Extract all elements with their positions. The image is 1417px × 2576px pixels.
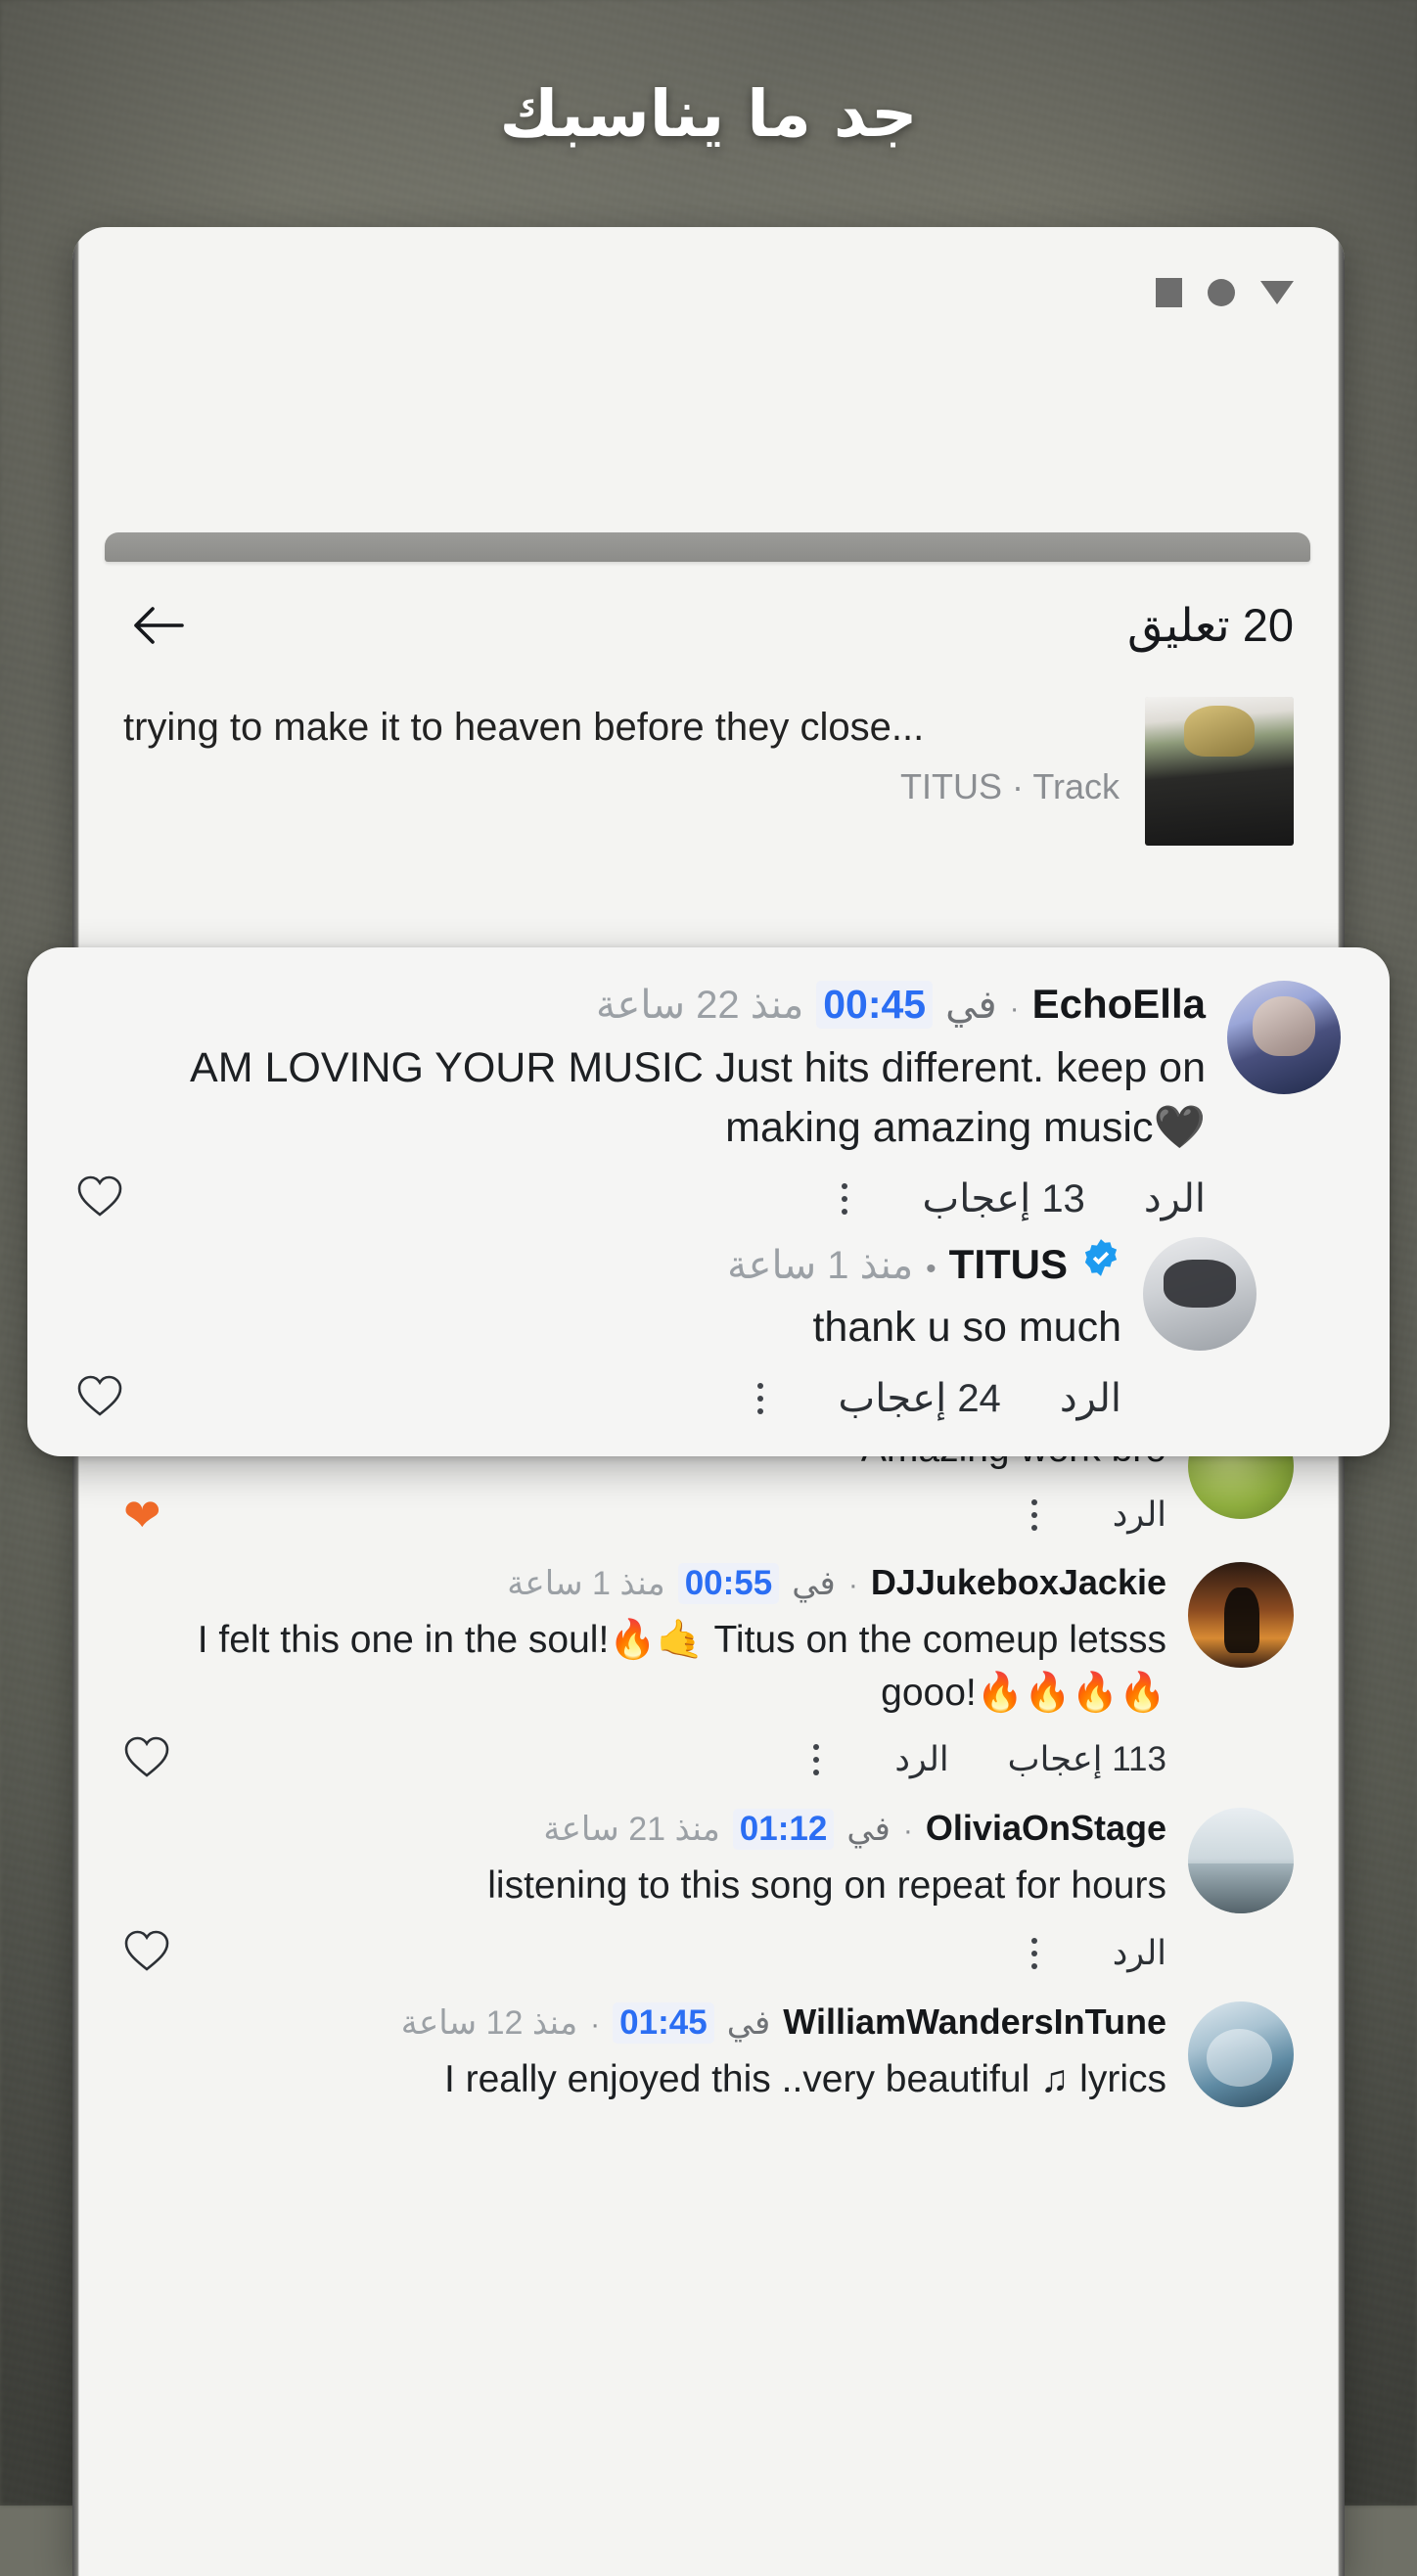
comment-username[interactable]: EchoElla	[1032, 981, 1206, 1028]
like-heart-icon[interactable]	[123, 1928, 170, 1978]
reply-button[interactable]: الرد	[894, 1740, 948, 1779]
list-item[interactable]: OliviaOnStage · في 01:12 منذ 21 ساعة lis…	[72, 1792, 1345, 1986]
popup-reply[interactable]: TITUS • منذ 1 ساعة thank u so much الرد …	[67, 1227, 1350, 1427]
separator-dot: ·	[902, 1815, 913, 1848]
in-label: في	[792, 1564, 836, 1602]
track-meta: trying to make it to heaven before they …	[123, 697, 1120, 807]
android-nav-glyphs	[1156, 278, 1294, 307]
separator-dot: ·	[1009, 992, 1020, 1025]
time-ago: منذ 1 ساعة	[727, 1244, 914, 1288]
more-options-icon[interactable]	[1015, 1930, 1054, 1977]
like-heart-icon[interactable]	[123, 1734, 170, 1784]
like-heart-icon-filled[interactable]: ❤	[123, 1493, 161, 1538]
timestamp-chip[interactable]: 00:45	[816, 981, 934, 1029]
more-options-icon[interactable]	[797, 1736, 836, 1783]
comment-actions: 113 إعجاب الرد	[123, 1734, 1166, 1784]
in-label: في	[945, 984, 997, 1027]
reply-button[interactable]: الرد	[1060, 1376, 1121, 1421]
reply-button[interactable]: الرد	[1113, 1495, 1166, 1535]
verified-badge-icon	[1080, 1237, 1121, 1278]
comment-username[interactable]: OliviaOnStage	[926, 1808, 1166, 1849]
timestamp-chip[interactable]: 01:45	[613, 2002, 714, 2045]
list-item[interactable]: WilliamWandersInTune في 01:45 · منذ 12 س…	[72, 1986, 1345, 2115]
avatar[interactable]	[1188, 2001, 1294, 2108]
separator-dot: ·	[590, 2008, 601, 2042]
like-heart-icon[interactable]	[76, 1373, 123, 1423]
list-item[interactable]: DJJukeboxJackie · في 00:55 منذ 1 ساعة I …	[72, 1546, 1345, 1793]
track-subtitle: TITUS · Track	[900, 766, 1120, 807]
reply-button[interactable]: الرد	[1144, 1176, 1206, 1221]
reply-actions: الرد 24 إعجاب	[76, 1373, 1121, 1423]
circle-icon[interactable]	[1208, 279, 1235, 306]
comment-text: I really enjoyed this ..very beautiful ♫…	[443, 2058, 1166, 2101]
sheet-drag-handle[interactable]	[105, 532, 1310, 562]
like-heart-icon[interactable]	[76, 1173, 123, 1223]
reply-button[interactable]: الرد	[1113, 1934, 1166, 1973]
time-ago: منذ 22 ساعة	[596, 984, 804, 1027]
comment-text: AM LOVING YOUR MUSIC Just hits different…	[190, 1044, 1206, 1152]
comment-username[interactable]: WilliamWandersInTune	[783, 2001, 1166, 2043]
triangle-down-icon[interactable]	[1260, 281, 1294, 304]
comment-text: thank u so much	[812, 1304, 1121, 1352]
like-count: 113 إعجاب	[1007, 1739, 1166, 1778]
like-count: 13 إعجاب	[922, 1176, 1085, 1220]
comment-username[interactable]: DJJukeboxJackie	[871, 1562, 1166, 1603]
avatar[interactable]	[1227, 981, 1341, 1094]
in-label: في	[726, 2004, 771, 2043]
comment-text: I felt this one in the soul!🔥🤙 Titus on …	[197, 1618, 1166, 1714]
reply-meta: TITUS • منذ 1 ساعة	[76, 1237, 1121, 1288]
track-strip[interactable]: trying to make it to heaven before they …	[72, 679, 1345, 867]
highlighted-comment-card[interactable]: EchoElla · في 00:45 منذ 22 ساعة AM LOVIN…	[27, 947, 1390, 1457]
avatar[interactable]	[1143, 1237, 1257, 1352]
comment-actions: الرد ❤	[123, 1492, 1166, 1539]
separator-dot: ·	[847, 1568, 858, 1601]
time-ago: منذ 1 ساعة	[507, 1564, 665, 1602]
track-title: trying to make it to heaven before they …	[123, 706, 925, 749]
comment-meta: EchoElla · في 00:45 منذ 22 ساعة	[76, 981, 1206, 1029]
timestamp-chip[interactable]: 01:12	[732, 1809, 835, 1851]
square-icon[interactable]	[1156, 278, 1182, 307]
more-options-icon[interactable]	[741, 1375, 780, 1422]
page-title: 20 تعليق	[1126, 599, 1294, 651]
page-headline: جد ما يناسبك	[499, 76, 918, 152]
time-ago: منذ 21 ساعة	[543, 1811, 720, 1849]
timestamp-chip[interactable]: 00:55	[677, 1562, 780, 1604]
in-label: في	[846, 1811, 891, 1849]
time-ago: منذ 12 ساعة	[400, 2004, 578, 2043]
comment-meta: WilliamWandersInTune في 01:45 · منذ 12 س…	[123, 2001, 1166, 2045]
like-count: 24 إعجاب	[838, 1376, 1001, 1420]
back-arrow-icon[interactable]	[123, 591, 192, 660]
avatar[interactable]	[1188, 1561, 1294, 1668]
more-options-icon[interactable]	[1015, 1492, 1054, 1539]
comment-actions: الرد	[123, 1928, 1166, 1978]
comment-meta: OliviaOnStage · في 01:12 منذ 21 ساعة	[123, 1808, 1166, 1851]
separator-dot: •	[926, 1253, 937, 1286]
avatar[interactable]	[1188, 1808, 1294, 1914]
comment-text: listening to this song on repeat for hou…	[487, 1864, 1166, 1908]
popup-comment[interactable]: EchoElla · في 00:45 منذ 22 ساعة AM LOVIN…	[67, 971, 1350, 1227]
comment-actions: الرد 13 إعجاب	[76, 1173, 1206, 1223]
comment-meta: DJJukeboxJackie · في 00:55 منذ 1 ساعة	[123, 1562, 1166, 1604]
more-options-icon[interactable]	[825, 1175, 864, 1222]
comment-username[interactable]: TITUS	[949, 1241, 1068, 1288]
comments-header: 20 تعليق	[72, 572, 1345, 679]
album-art	[1145, 697, 1294, 846]
